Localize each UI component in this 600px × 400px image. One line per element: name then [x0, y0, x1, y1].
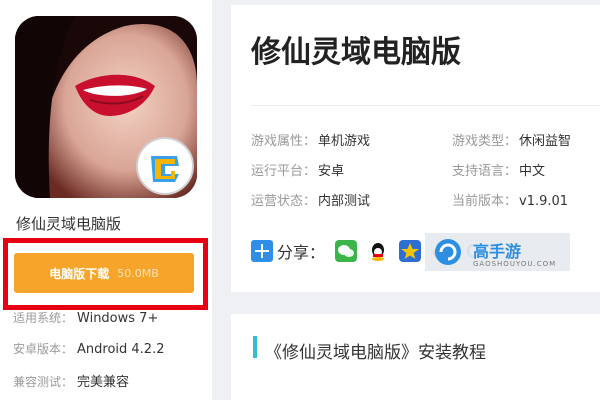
app-name: 修仙灵域电脑版	[16, 215, 122, 233]
attr-language: 支持语言： 中文	[452, 160, 545, 179]
attr-game-property: 游戏属性： 单机游戏	[251, 130, 370, 149]
attr-key: 支持语言：	[452, 164, 518, 179]
brand-watermark: 高手游 GAOSHOUYOU.COM	[425, 233, 570, 271]
spec-row-compat: 兼容测试： 完美兼容	[13, 371, 129, 390]
page-title: 修仙灵域电脑版	[251, 35, 461, 70]
attr-status: 运营状态： 内部测试	[251, 190, 370, 209]
attr-value: 内部测试	[318, 194, 371, 209]
attr-version: 当前版本： v1.9.01	[452, 190, 568, 209]
attr-value: v1.9.01	[519, 194, 569, 209]
attr-value: 休闲益智	[519, 134, 572, 149]
tutorial-heading[interactable]: 《修仙灵域电脑版》安装教程	[265, 338, 486, 363]
attr-value: 中文	[519, 164, 546, 179]
tutorial-card: 《修仙灵域电脑版》安装教程	[231, 314, 600, 400]
attr-key: 当前版本：	[452, 194, 518, 209]
share-label: 分享：	[277, 243, 326, 262]
wechat-icon[interactable]	[335, 240, 358, 262]
share-plus-icon[interactable]	[251, 240, 273, 262]
attr-key: 游戏类型：	[452, 134, 518, 149]
attr-key: 游戏属性：	[251, 134, 317, 149]
qq-icon[interactable]	[367, 240, 390, 262]
brand-domain: GAOSHOUYOU.COM	[473, 260, 557, 268]
attr-value: 单机游戏	[318, 134, 371, 149]
spec-row-android: 安卓版本： Android 4.2.2	[13, 340, 165, 357]
download-size: 50.0MB	[117, 266, 159, 280]
pc-download-button[interactable]: 电脑版下载 50.0MB	[14, 253, 194, 293]
spec-row-system: 适用系统： Windows 7+	[13, 309, 158, 326]
spec-value: Windows 7+	[77, 311, 159, 326]
attr-key: 运行平台：	[251, 164, 317, 179]
spec-value: Android 4.2.2	[77, 342, 165, 357]
app-info-card: 修仙灵域电脑版 电脑版下载 50.0MB 适用系统： Windows 7+ 安卓版…	[0, 0, 212, 400]
download-label: 电脑版下载	[49, 266, 110, 281]
spec-key: 兼容测试：	[13, 375, 74, 389]
attr-game-type: 游戏类型： 休闲益智	[452, 130, 571, 149]
brand-logo-icon	[435, 239, 461, 265]
qzone-icon[interactable]	[399, 240, 422, 262]
attr-value: 安卓	[318, 164, 345, 179]
attr-platform: 运行平台： 安卓	[251, 160, 344, 179]
brand-name: 高手游	[473, 242, 522, 261]
spec-key: 安卓版本：	[13, 342, 74, 356]
app-icon-image[interactable]	[15, 16, 197, 198]
spec-key: 适用系统：	[13, 311, 74, 325]
section-accent-bar	[253, 336, 257, 358]
spec-value: 完美兼容	[77, 375, 130, 390]
attr-key: 运营状态：	[251, 194, 317, 209]
download-highlight-frame: 电脑版下载 50.0MB	[3, 238, 208, 310]
divider	[251, 105, 600, 106]
